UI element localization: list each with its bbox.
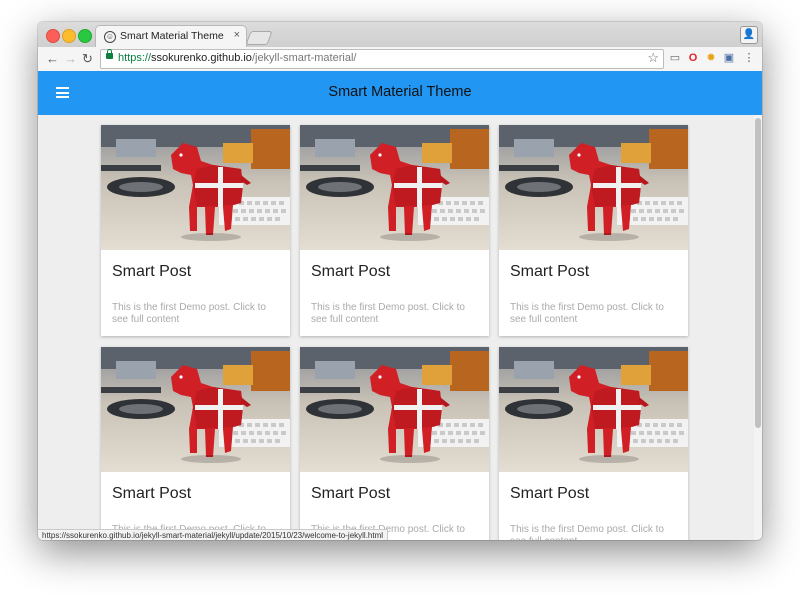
profile-icon[interactable]: 👤 — [740, 26, 758, 44]
post-title: Smart Post — [311, 485, 391, 502]
sun-extension-icon[interactable]: ✹ — [704, 51, 718, 65]
post-title: Smart Post — [510, 485, 590, 502]
zoom-window-button[interactable] — [78, 29, 92, 43]
post-description: This is the first Demo post. Click to se… — [510, 524, 664, 540]
minimize-window-button[interactable] — [62, 29, 76, 43]
post-image — [101, 125, 290, 250]
posts-grid: Smart Post This is the first Demo post. … — [38, 115, 754, 540]
smiley-favicon-icon: ☺ — [104, 31, 116, 43]
post-image — [300, 347, 489, 472]
screen-extension-icon[interactable]: ▣ — [722, 51, 736, 65]
new-tab-button[interactable] — [245, 31, 273, 45]
tab-smart-material-theme[interactable]: ☺ Smart Material Theme × — [95, 25, 247, 48]
address-bar[interactable]: https://ssokurenko.github.io/jekyll-smar… — [100, 49, 664, 69]
address-url[interactable]: https://ssokurenko.github.io/jekyll-smar… — [118, 52, 356, 64]
tab-title: Smart Material Theme — [120, 30, 224, 42]
scrollbar-thumb[interactable] — [755, 118, 761, 428]
post-title: Smart Post — [311, 263, 391, 280]
tab-strip: ☺ Smart Material Theme × 👤 — [38, 22, 762, 48]
forward-arrow-icon[interactable]: → — [64, 51, 77, 66]
post-description: This is the first Demo post. Click to se… — [311, 302, 465, 325]
opera-extension-icon[interactable]: O — [686, 51, 700, 65]
post-title: Smart Post — [112, 263, 192, 280]
post-description: This is the first Demo post. Click to se… — [510, 302, 664, 325]
close-window-button[interactable] — [46, 29, 60, 43]
app-title: Smart Material Theme — [328, 84, 472, 100]
post-card[interactable]: Smart Post This is the first Demo post. … — [300, 347, 489, 540]
reload-icon[interactable]: ↻ — [82, 51, 93, 67]
tab-close-icon[interactable]: × — [234, 29, 240, 41]
post-card[interactable]: Smart Post This is the first Demo post. … — [300, 125, 489, 336]
post-title: Smart Post — [112, 485, 192, 502]
app-bar: Smart Material Theme — [38, 71, 762, 115]
browser-toolbar: ← → ↻ https://ssokurenko.github.io/jekyl… — [38, 47, 762, 72]
post-card[interactable]: Smart Post This is the first Demo post. … — [101, 347, 290, 540]
post-image — [300, 125, 489, 250]
browser-window: ☺ Smart Material Theme × 👤 ← → ↻ https:/… — [38, 22, 762, 540]
post-image — [499, 125, 688, 250]
post-description: This is the first Demo post. Click to se… — [112, 302, 266, 325]
back-arrow-icon[interactable]: ← — [46, 51, 59, 66]
post-image — [101, 347, 290, 472]
post-card[interactable]: Smart Post This is the first Demo post. … — [101, 125, 290, 336]
lock-icon — [106, 49, 113, 59]
status-bar-url: https://ssokurenko.github.io/jekyll-smar… — [38, 529, 389, 540]
post-image — [499, 347, 688, 472]
more-menu-icon[interactable]: ⋮ — [742, 51, 756, 65]
bookmark-star-icon[interactable]: ☆ — [647, 50, 659, 66]
post-card[interactable]: Smart Post This is the first Demo post. … — [499, 347, 688, 540]
cast-icon[interactable]: ▭ — [668, 51, 682, 65]
post-title: Smart Post — [510, 263, 590, 280]
post-card[interactable]: Smart Post This is the first Demo post. … — [499, 125, 688, 336]
